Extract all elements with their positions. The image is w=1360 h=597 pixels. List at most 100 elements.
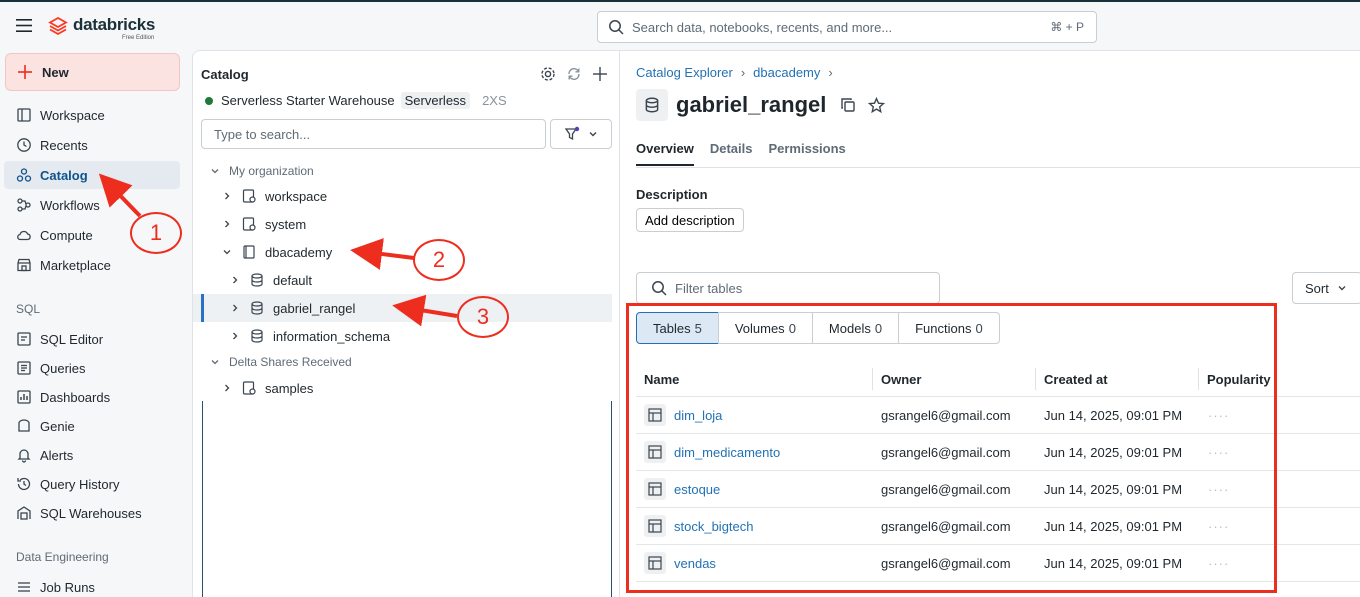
chevron-down-icon: [211, 169, 219, 174]
top-bar: databricks Free Edition Search data, not…: [0, 2, 1360, 50]
sidebar-item-marketplace[interactable]: Marketplace: [4, 251, 180, 279]
chevron-down-icon: [223, 250, 231, 255]
schema-icon: [251, 273, 263, 287]
hamburger-menu-icon[interactable]: [16, 19, 32, 32]
search-shortcut: ⌘ + P: [1050, 20, 1084, 34]
catalog-toolbar: [539, 65, 609, 83]
breadcrumb-dbacademy[interactable]: dbacademy: [753, 65, 820, 80]
page-header: gabriel_rangel: [636, 89, 886, 121]
sidebar-item-genie[interactable]: Genie: [4, 412, 180, 440]
sidebar-item-workspace[interactable]: Workspace: [4, 101, 180, 129]
refresh-icon[interactable]: [565, 65, 583, 83]
breadcrumb-catalog-explorer[interactable]: Catalog Explorer: [636, 65, 733, 80]
tree-item-system[interactable]: system: [193, 210, 612, 238]
copy-icon[interactable]: [840, 97, 856, 113]
tree-item-label: samples: [265, 380, 314, 396]
description-label: Description: [636, 187, 708, 202]
chevron-right-icon: [225, 192, 230, 200]
filter-icon: [564, 126, 580, 141]
chevron-right-icon: [233, 276, 238, 284]
data-engineering-section-heading: Data Engineering: [16, 550, 109, 564]
tree-border-right: [611, 401, 612, 597]
sidebar-item-sql-editor[interactable]: SQL Editor: [4, 325, 180, 353]
tree-item-workspace[interactable]: workspace: [193, 182, 612, 210]
tree-item-label: workspace: [265, 188, 328, 204]
sidebar-item-sql-warehouses[interactable]: SQL Warehouses: [4, 499, 180, 527]
sort-dropdown[interactable]: Sort: [1292, 272, 1360, 304]
tree-item-samples[interactable]: samples: [193, 374, 612, 402]
tree-group-label: Delta Shares Received: [229, 355, 352, 369]
breadcrumb-separator: ›: [740, 65, 746, 80]
sidebar-item-query-history[interactable]: Query History: [4, 470, 180, 498]
sidebar-item-recents[interactable]: Recents: [4, 131, 180, 159]
status-dot: [205, 96, 213, 105]
catalog-panel-title: Catalog: [201, 67, 249, 82]
sidebar-item-label: Workflows: [40, 197, 100, 213]
sidebar-item-label: SQL Editor: [40, 331, 104, 347]
add-description-button[interactable]: Add description: [636, 208, 744, 232]
sidebar-item-label: Marketplace: [40, 257, 111, 273]
sidebar-item-label: Job Runs: [40, 579, 95, 595]
sidebar-item-queries[interactable]: Queries: [4, 354, 180, 382]
annotation-step-3: 3: [457, 296, 509, 338]
tab-details[interactable]: Details: [710, 141, 753, 166]
bell-icon: [17, 449, 31, 463]
logo-text: databricks: [73, 15, 156, 34]
tree-item-label: gabriel_rangel: [273, 300, 356, 316]
tab-overview[interactable]: Overview: [636, 141, 694, 166]
tree-item-gabriel-rangel[interactable]: gabriel_rangel: [193, 294, 612, 322]
dashboard-icon: [17, 390, 31, 404]
annotation-step-1: 1: [130, 212, 182, 254]
catalog-icon: [243, 245, 255, 259]
plus-icon[interactable]: [591, 65, 609, 83]
sidebar-item-label: Alerts: [40, 447, 74, 463]
chevron-down-icon: [1338, 286, 1346, 291]
tree-item-label: information_schema: [273, 328, 391, 344]
catalog-icon: [16, 168, 32, 182]
sidebar-item-job-runs[interactable]: Job Runs: [4, 573, 180, 597]
sidebar-item-alerts[interactable]: Alerts: [4, 441, 180, 469]
sidebar-item-catalog[interactable]: Catalog: [4, 161, 180, 189]
star-icon[interactable]: [868, 96, 886, 114]
tree-group-my-organization[interactable]: My organization: [193, 160, 612, 182]
filter-tables-input[interactable]: Filter tables: [636, 272, 940, 304]
logo-edition: Free Edition: [122, 35, 155, 41]
workspace-icon: [17, 108, 31, 122]
page-title: gabriel_rangel: [676, 92, 827, 117]
tree-group-delta-shares[interactable]: Delta Shares Received: [193, 351, 612, 373]
queries-icon: [17, 361, 31, 375]
breadcrumb: Catalog Explorer › dbacademy ›: [636, 65, 841, 80]
new-button[interactable]: New: [5, 53, 180, 91]
databricks-logo[interactable]: databricks Free Edition: [48, 15, 156, 41]
tree-item-default[interactable]: default: [193, 266, 612, 294]
warehouse-selector[interactable]: Serverless Starter Warehouse Serverless …: [205, 92, 507, 109]
annotation-highlight-box: [626, 303, 1277, 593]
tab-divider: [636, 167, 1360, 168]
plus-icon: [18, 65, 32, 79]
global-search-input[interactable]: Search data, notebooks, recents, and mor…: [597, 11, 1097, 43]
catalog-filter-button[interactable]: [550, 119, 612, 149]
chevron-right-icon: [225, 384, 230, 392]
chevron-right-icon: [233, 332, 238, 340]
tree-item-information-schema[interactable]: information_schema: [193, 322, 612, 350]
shared-catalog-icon: [242, 381, 256, 395]
sidebar-item-label: Query History: [40, 476, 120, 492]
catalog-search-input[interactable]: Type to search...: [201, 119, 546, 149]
tab-permissions[interactable]: Permissions: [768, 141, 845, 166]
search-icon: [652, 281, 667, 296]
genie-icon: [18, 419, 30, 432]
sidebar-item-label: Genie: [40, 418, 75, 434]
new-button-label: New: [42, 64, 69, 80]
sql-editor-icon: [17, 332, 31, 346]
sidebar-item-dashboards[interactable]: Dashboards: [4, 383, 180, 411]
chevron-right-icon: [233, 304, 238, 312]
catalog-search-placeholder: Type to search...: [214, 126, 311, 142]
left-sidebar: New Workspace Recents Catalog Workflows …: [0, 50, 192, 597]
sidebar-item-label: Queries: [40, 360, 86, 376]
gear-icon[interactable]: [539, 65, 557, 83]
tab-bar: Overview Details Permissions: [636, 141, 846, 166]
databricks-logo-icon: [48, 16, 68, 36]
tree-item-dbacademy[interactable]: dbacademy: [193, 238, 612, 266]
tree-border-left: [202, 401, 203, 597]
sidebar-item-label: Dashboards: [40, 389, 111, 405]
